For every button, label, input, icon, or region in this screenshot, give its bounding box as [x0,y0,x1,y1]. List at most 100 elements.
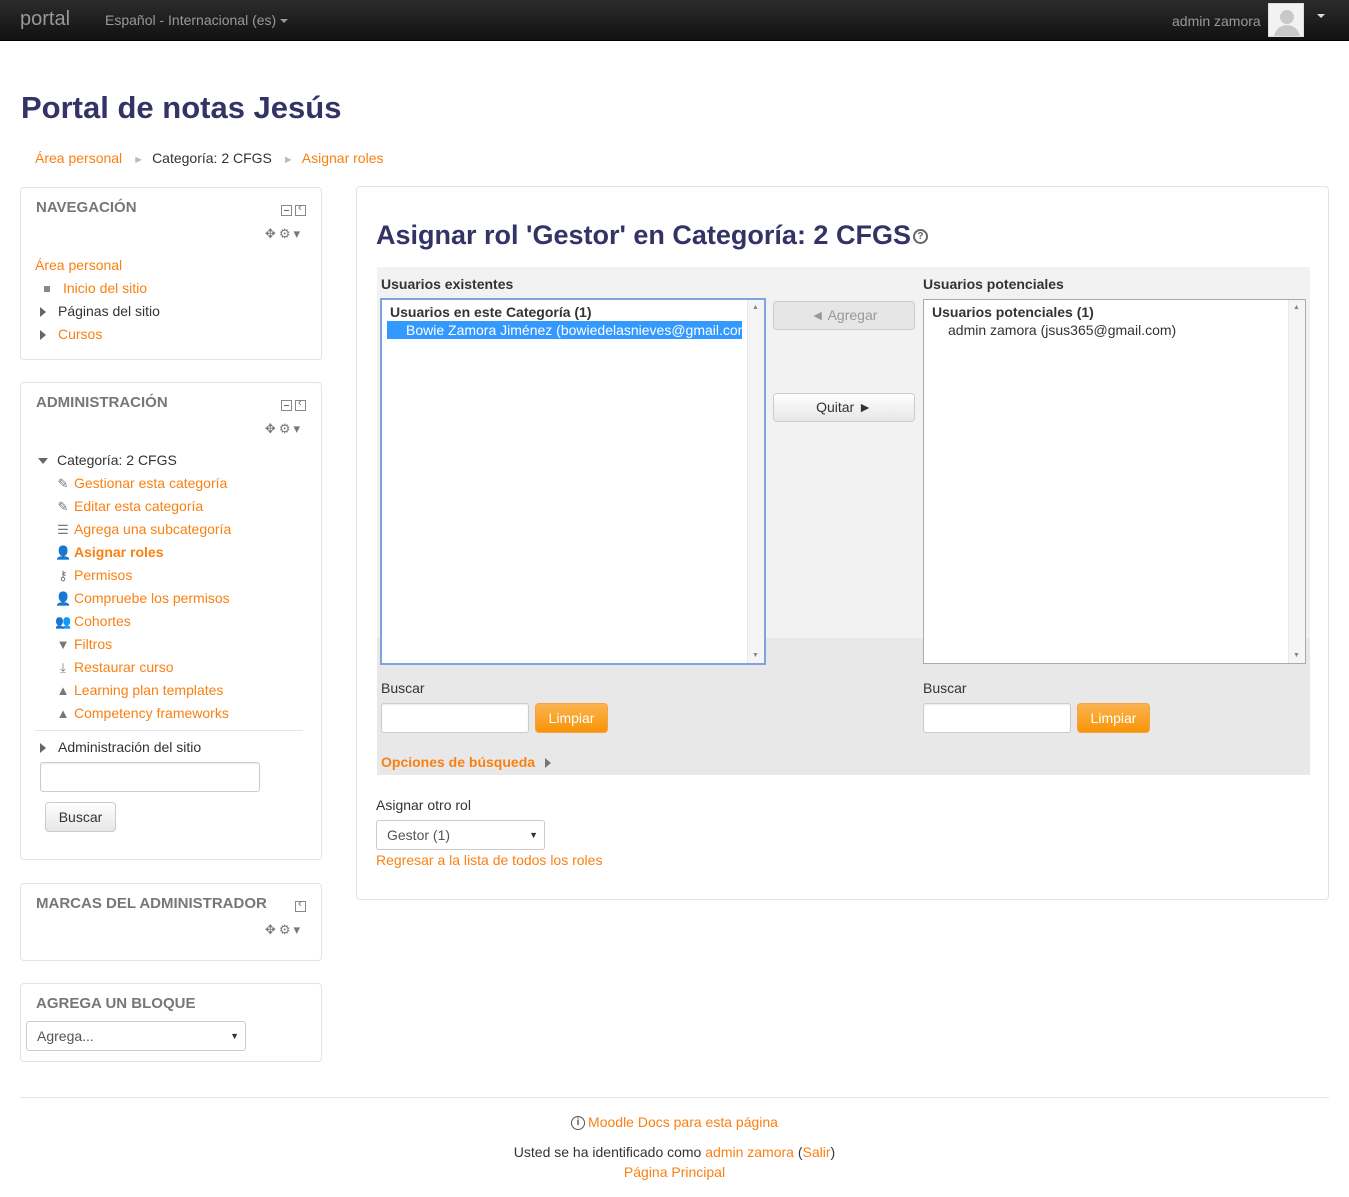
assign-role-icon: 👤 [55,545,72,560]
admin-item-learning-plan-templates[interactable]: Learning plan templates [74,682,223,698]
hide-block-icon[interactable] [281,400,292,411]
subcategory-icon: ☰ [57,522,69,537]
gear-icon[interactable]: ⚙▾ [279,922,303,937]
top-navbar: portal Español - Internacional (es) admi… [0,0,1349,41]
other-role-select[interactable]: Gestor (1) ▼ [376,820,545,850]
move-icon[interactable]: ✥ [265,226,279,241]
admin-category-node[interactable]: Categoría: 2 CFGS [57,452,177,468]
language-label: Español - Internacional (es) [105,12,277,28]
key-icon: ⚷ [58,568,68,583]
user-menu-name[interactable]: admin zamora [1172,13,1261,29]
pencil-icon: ✎ [57,499,69,514]
competency-icon: ▲ [56,706,70,721]
add-block-select[interactable]: Agrega... ▼ [26,1021,246,1051]
logout-link[interactable]: Salir [803,1144,831,1160]
home-page-link[interactable]: Página Principal [624,1164,725,1180]
remove-button[interactable]: Quitar ► [773,393,915,422]
nav-item-area-personal[interactable]: Área personal [35,257,122,273]
nav-item-courses[interactable]: Cursos [58,326,102,342]
admin-item-site-administration[interactable]: Administración del sitio [58,739,201,755]
plan-icon: ▲ [56,683,70,698]
admin-item-edit-category[interactable]: Editar esta categoría [74,498,203,514]
moodle-docs-link[interactable]: Moodle Docs para esta página [588,1114,778,1130]
breadcrumb-separator-icon: ► [133,154,145,166]
dock-block-icon[interactable] [295,202,306,216]
move-icon[interactable]: ✥ [265,421,279,436]
potential-users-search-input[interactable] [923,703,1071,733]
cohorts-icon: 👥 [55,614,72,629]
admin-item-add-subcategory[interactable]: Agrega una subcategoría [74,521,231,537]
breadcrumb-item-category: Categoría: 2 CFGS [152,150,272,166]
pencil-icon: ✎ [57,476,69,491]
add-block-select-value: Agrega... [37,1028,94,1044]
divider [35,730,303,731]
admin-item-assign-roles[interactable]: Asignar roles [74,544,163,560]
left-search-label: Buscar [381,680,425,696]
move-icon[interactable]: ✥ [265,922,279,937]
gear-icon[interactable]: ⚙▾ [279,226,303,241]
admin-item-manage-category[interactable]: Gestionar esta categoría [74,475,227,491]
admin-item-restore-course[interactable]: Restaurar curso [74,659,174,675]
other-role-select-value: Gestor (1) [387,827,451,843]
help-icon[interactable]: ? [912,229,928,245]
assign-role-title-text: Asignar rol 'Gestor' en Categoría: 2 CFG… [376,220,911,250]
existing-users-group: Usuarios en este Categoría (1) [390,304,592,320]
admin-item-permissions[interactable]: Permisos [74,567,132,583]
footer-divider [20,1097,1329,1098]
administration-block: ADMINISTRACIÓN ✥⚙▾ Categoría: 2 CFGS ✎ Ge… [20,382,322,860]
expand-icon[interactable] [40,307,46,318]
block-controls [278,202,306,219]
existing-users-search-input[interactable] [381,703,529,733]
scrollbar[interactable]: ▲ ▼ [747,300,764,663]
user-menu-chevron-icon[interactable] [1317,14,1325,18]
add-block: AGREGA UN BLOQUE Agrega... ▼ [20,983,322,1062]
block-title: NAVEGACIÓN [36,199,137,216]
avatar[interactable] [1268,3,1304,37]
language-menu[interactable]: Español - Internacional (es) [105,12,289,28]
nav-item-site-pages[interactable]: Páginas del sitio [58,303,160,319]
expand-icon[interactable] [40,743,46,754]
filter-icon: ▼ [56,637,70,652]
scroll-up-icon[interactable]: ▲ [1293,304,1300,311]
potential-user-option[interactable]: admin zamora (jsus365@gmail.com) [924,321,1305,339]
admin-item-cohorts[interactable]: Cohortes [74,613,131,629]
admin-search-button[interactable]: Buscar [45,802,116,832]
block-title: ADMINISTRACIÓN [36,394,168,411]
existing-users-list[interactable]: Usuarios en este Categoría (1) Bowie Zam… [380,298,766,665]
clear-right-search-button[interactable]: Limpiar [1077,703,1150,733]
breadcrumb-item-area-personal[interactable]: Área personal [35,150,122,166]
block-controls [278,397,306,414]
dock-block-icon[interactable] [295,898,306,912]
page-title: Portal de notas Jesús [21,90,342,125]
existing-user-option[interactable]: Bowie Zamora Jiménez (bowiedelasnieves@g… [387,321,754,339]
gear-icon[interactable]: ⚙▾ [279,421,303,436]
scrollbar[interactable]: ▲ ▼ [1288,300,1305,663]
site-brand[interactable]: portal [20,8,70,31]
scroll-up-icon[interactable]: ▲ [752,304,759,311]
back-to-roles-link[interactable]: Regresar a la lista de todos los roles [376,852,602,868]
scroll-down-icon[interactable]: ▼ [1293,652,1300,659]
breadcrumb-separator-icon: ► [282,154,294,166]
scroll-down-icon[interactable]: ▼ [752,652,759,659]
search-options-label: Opciones de búsqueda [381,754,536,770]
breadcrumb-item-assign-roles[interactable]: Asignar roles [302,150,384,166]
nav-item-site-home[interactable]: Inicio del sitio [63,280,147,296]
info-icon: i [571,1116,586,1131]
search-options-toggle[interactable]: Opciones de búsqueda [381,754,552,770]
collapse-icon[interactable] [38,458,48,465]
admin-item-filters[interactable]: Filtros [74,636,112,652]
role-assignment-panel: Usuarios existentes Usuarios potenciales… [377,267,1310,775]
admin-search-input[interactable] [40,762,260,792]
clear-left-search-button[interactable]: Limpiar [535,703,608,733]
restore-icon: ⤓ [60,660,66,675]
block-edit-controls: ✥⚙▾ [265,421,303,437]
dock-block-icon[interactable] [295,397,306,411]
expand-icon[interactable] [40,330,46,341]
logged-in-user-link[interactable]: admin zamora [705,1144,794,1160]
admin-item-check-permissions[interactable]: Compruebe los permisos [74,590,230,606]
potential-users-list[interactable]: Usuarios potenciales (1) admin zamora (j… [923,299,1306,664]
add-button[interactable]: ◄ Agregar [773,301,915,330]
logged-in-prefix: Usted se ha identificado como [513,1144,702,1160]
hide-block-icon[interactable] [281,205,292,216]
admin-item-competency-frameworks[interactable]: Competency frameworks [74,705,229,721]
